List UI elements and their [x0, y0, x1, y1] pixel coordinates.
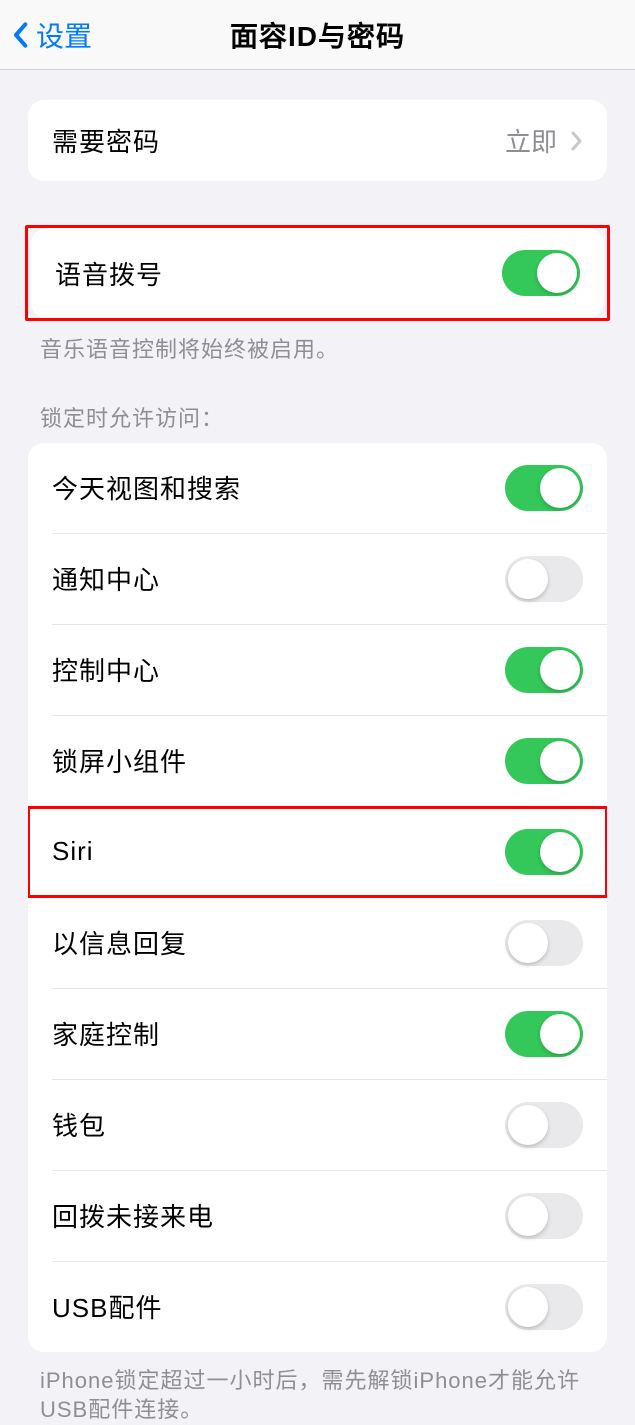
lock-access-label: 回拨未接来电: [52, 1197, 214, 1234]
lock-access-label: 钱包: [52, 1106, 106, 1143]
voice-dial-highlight: 语音拨号: [25, 225, 610, 321]
lock-access-toggle[interactable]: [505, 738, 583, 784]
lock-access-footer: iPhone锁定超过一小时后，需先解锁iPhone才能允许USB配件连接。: [0, 1352, 635, 1425]
lock-access-toggle[interactable]: [505, 829, 583, 875]
toggle-knob: [508, 1196, 548, 1236]
lock-access-toggle[interactable]: [505, 465, 583, 511]
lock-access-row[interactable]: Siri: [28, 807, 607, 897]
voice-dial-row[interactable]: 语音拨号: [31, 228, 604, 318]
chevron-left-icon: [12, 21, 28, 49]
toggle-knob: [540, 650, 580, 690]
back-label: 设置: [36, 15, 92, 55]
voice-dial-footer: 音乐语音控制将始终被启用。: [0, 321, 635, 365]
lock-access-label: 今天视图和搜索: [52, 469, 241, 506]
require-passcode-value-wrap: 立即: [505, 122, 583, 159]
lock-access-group: 今天视图和搜索通知中心控制中心锁屏小组件 Siri 以信息回复家庭控制钱包回拨未接来…: [28, 443, 607, 1352]
lock-access-row[interactable]: 锁屏小组件: [28, 716, 607, 806]
lock-access-toggle[interactable]: [505, 1102, 583, 1148]
toggle-knob: [508, 923, 548, 963]
back-button[interactable]: 设置: [0, 15, 92, 55]
toggle-knob: [540, 832, 580, 872]
toggle-knob: [508, 1105, 548, 1145]
lock-access-toggle[interactable]: [505, 920, 583, 966]
lock-access-label: 控制中心: [52, 651, 160, 688]
lock-access-label: 通知中心: [52, 560, 160, 597]
lock-access-toggle[interactable]: [505, 1284, 583, 1330]
toggle-knob: [540, 468, 580, 508]
lock-access-toggle[interactable]: [505, 556, 583, 602]
lock-access-row[interactable]: 以信息回复: [28, 898, 607, 988]
lock-access-row[interactable]: 通知中心: [28, 534, 607, 624]
lock-access-label: 以信息回复: [52, 924, 187, 961]
lock-access-toggle[interactable]: [505, 647, 583, 693]
lock-access-row[interactable]: 家庭控制: [28, 989, 607, 1079]
lock-access-row[interactable]: USB配件: [28, 1262, 607, 1352]
toggle-knob: [540, 1014, 580, 1054]
voice-dial-group: 语音拨号: [31, 228, 604, 318]
lock-access-header: 锁定时允许访问：: [0, 365, 635, 443]
require-passcode-label: 需要密码: [52, 122, 160, 159]
lock-access-label: USB配件: [52, 1288, 162, 1325]
toggle-knob: [537, 253, 577, 293]
voice-dial-label: 语音拨号: [55, 255, 163, 292]
toggle-knob: [508, 559, 548, 599]
lock-access-toggle[interactable]: [505, 1193, 583, 1239]
lock-access-label: 家庭控制: [52, 1015, 160, 1052]
voice-dial-toggle[interactable]: [502, 250, 580, 296]
lock-access-toggle[interactable]: [505, 1011, 583, 1057]
chevron-right-icon: [571, 131, 583, 151]
toggle-knob: [540, 741, 580, 781]
nav-header: 设置 面容ID与密码: [0, 0, 635, 70]
passcode-group: 需要密码 立即: [28, 100, 607, 181]
content-area: 需要密码 立即 语音拨号 音乐语音控制将始终被启用。 锁定时允许访问： 今天视图…: [0, 70, 635, 1425]
lock-access-label: Siri: [52, 836, 94, 867]
page-title: 面容ID与密码: [230, 15, 405, 55]
lock-access-row[interactable]: 控制中心: [28, 625, 607, 715]
lock-access-row[interactable]: 钱包: [28, 1080, 607, 1170]
toggle-knob: [508, 1287, 548, 1327]
lock-access-label: 锁屏小组件: [52, 742, 187, 779]
lock-access-row[interactable]: 回拨未接来电: [28, 1171, 607, 1261]
lock-access-row[interactable]: 今天视图和搜索: [28, 443, 607, 533]
require-passcode-row[interactable]: 需要密码 立即: [28, 100, 607, 181]
require-passcode-value: 立即: [505, 122, 557, 159]
